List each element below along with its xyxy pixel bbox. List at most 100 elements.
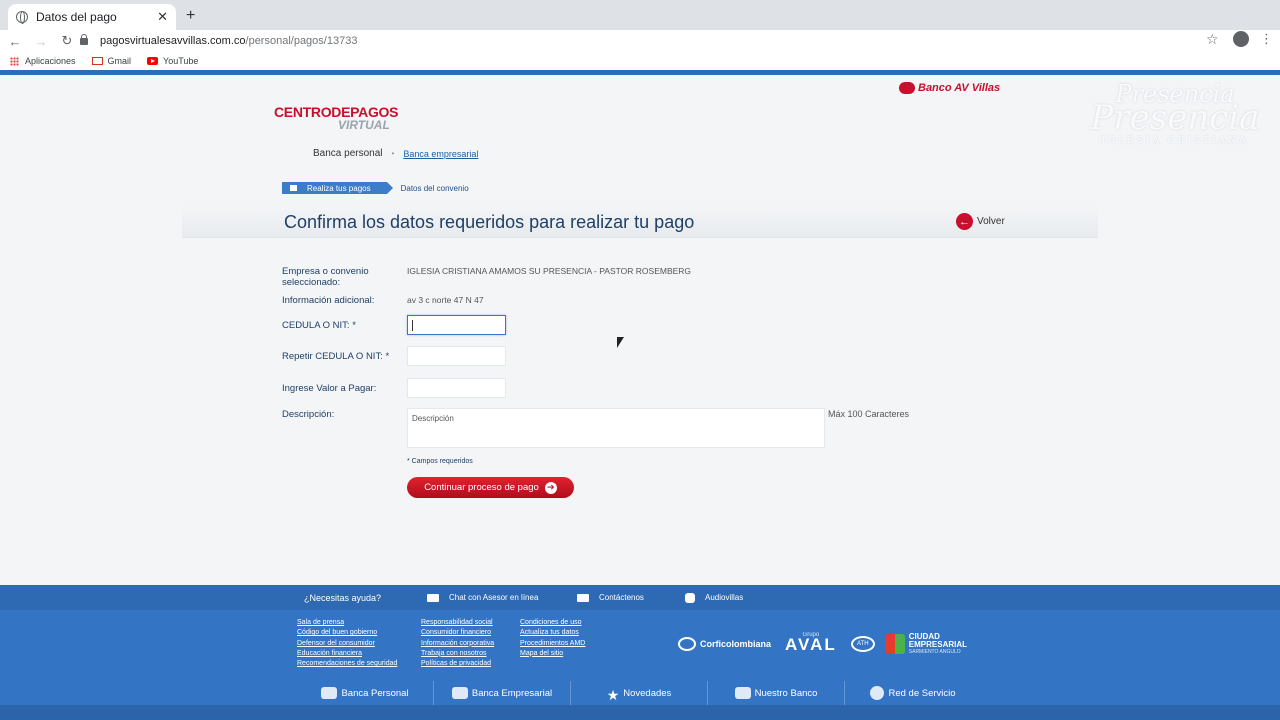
breadcrumb-home[interactable]: Realiza tus pagos (282, 182, 393, 194)
video-watermark: Presencia Presencia IGLESIA CRISTIANA (1085, 80, 1265, 146)
new-tab-icon[interactable]: + (186, 7, 195, 25)
people-icon (734, 687, 751, 699)
av-villas-logo-icon (899, 82, 915, 94)
back-button[interactable]: ← Volver (956, 213, 1005, 230)
ciudad-sub-text: SARMIENTO ANGULO (908, 648, 961, 655)
help-title: ¿Necesitas ayuda? (304, 592, 382, 603)
back-icon[interactable]: ← (4, 34, 26, 49)
banca-personal-link[interactable]: Banca personal (313, 148, 383, 159)
grupo-text: Grupo (802, 632, 820, 638)
cedula-input[interactable] (407, 315, 506, 335)
ath-logo[interactable]: ATH (850, 635, 875, 652)
max-chars-note: Máx 100 Caracteres (828, 409, 910, 419)
banco-av-villas-logo[interactable]: Banco AV Villas (899, 82, 1000, 94)
bookmark-star-icon[interactable]: ☆ (1206, 31, 1219, 48)
group-logos: Corficolombiana Grupo AVAL ATH CIUDAD EMPR… (678, 632, 967, 655)
footer-nav-label: Red de Servicio (888, 687, 956, 699)
audio-link[interactable]: Audiovillas (685, 592, 743, 603)
mouse-pointer-icon (617, 337, 624, 348)
footer-link[interactable]: Recomendaciones de seguridad (297, 659, 397, 669)
footer-link[interactable]: Actualiza tus datos (520, 628, 585, 638)
footer-links-col3: Condiciones de uso Actualiza tus datos P… (520, 618, 585, 659)
footer-nav-label: Nuestro Banco (754, 687, 818, 699)
footer-link[interactable]: Código del buen gobierno (297, 628, 397, 638)
company-label: Empresa o convenio seleccionado: (282, 266, 369, 288)
ciudad-empresarial-logo[interactable]: CIUDAD EMPRESARIAL SARMIENTO ANGULO (884, 632, 967, 655)
home-icon (290, 185, 297, 191)
lock-icon (80, 33, 88, 45)
globe-icon (16, 11, 28, 24)
footer-nav-label: Banca Personal (341, 687, 409, 699)
footer-nav-banca-empresarial[interactable]: Banca Empresarial (433, 681, 570, 705)
footer-nav-novedades[interactable]: ★ Novedades (570, 681, 707, 705)
footer-nav-red-servicio[interactable]: Red de Servicio (844, 681, 981, 705)
youtube-icon (147, 57, 159, 65)
footer-links-col2: Responsabilidad social Consumidor financ… (421, 618, 494, 669)
contact-link[interactable]: Contáctenos (577, 593, 644, 602)
banca-switcher: Banca personal • Banca empresarial (313, 148, 478, 159)
footer-link[interactable]: Procedimientos AMD (520, 639, 585, 649)
page-title: Confirma los datos requeridos para reali… (284, 212, 695, 232)
footer-nav-banca-personal[interactable]: Banca Personal (297, 681, 433, 705)
mail-icon (577, 593, 589, 602)
continue-button[interactable]: Continuar proceso de pago ➔ (407, 477, 574, 498)
reload-icon[interactable]: ↻ (56, 33, 78, 49)
browser-tab[interactable]: Datos del pago ✕ (8, 4, 176, 30)
info-label: Información adicional: (282, 295, 375, 306)
footer-link[interactable]: Sala de prensa (297, 618, 397, 628)
bookmark-apps[interactable]: Aplicaciones (10, 56, 76, 66)
apps-grid-icon (10, 56, 19, 66)
footer-nav-nuestro-banco[interactable]: Nuestro Banco (707, 681, 844, 705)
chat-icon (427, 593, 439, 602)
ciudad-empresarial-icon (884, 633, 905, 654)
footer-nav: Banca Personal Banca Empresarial ★ Noveda… (297, 681, 981, 705)
bookmark-label: Aplicaciones (25, 56, 76, 66)
bookmark-gmail[interactable]: Gmail (91, 56, 132, 66)
footer-bottom-strip (0, 705, 1280, 720)
arrow-right-icon: ➔ (544, 481, 557, 494)
compass-icon (870, 686, 885, 700)
watermark-line: IGLESIA CRISTIANA (1101, 136, 1249, 146)
forward-icon[interactable]: → (30, 34, 52, 49)
description-textarea[interactable]: Descripción (407, 408, 825, 448)
cedula-repeat-input[interactable] (407, 346, 506, 366)
browser-menu-icon[interactable]: ⋮ (1260, 31, 1273, 47)
address-bar[interactable]: pagosvirtualesavvillas.com.co/personal/p… (80, 30, 1190, 52)
bookmark-youtube[interactable]: YouTube (147, 56, 198, 66)
help-bar: ¿Necesitas ayuda? Chat con Asesor en lín… (0, 585, 1280, 610)
chat-link[interactable]: Chat con Asesor en línea (427, 593, 538, 602)
corficolombiana-icon (678, 636, 696, 651)
back-label: Volver (977, 216, 1005, 227)
piggy-bank-icon (321, 687, 338, 699)
footer-link[interactable]: Trabaja con nosotros (421, 649, 494, 659)
footer-link[interactable]: Educación financiera (297, 649, 397, 659)
phone-icon (685, 592, 695, 603)
chat-label: Chat con Asesor en línea (449, 593, 539, 602)
separator: • (391, 149, 395, 158)
footer-link[interactable]: Condiciones de uso (520, 618, 585, 628)
close-tab-icon[interactable]: ✕ (157, 9, 168, 25)
continue-label: Continuar proceso de pago (424, 482, 539, 493)
breadcrumb: Realiza tus pagos Datos del convenio (282, 182, 469, 194)
footer-nav-label: Banca Empresarial (471, 687, 553, 699)
aval-text: AVAL (785, 635, 837, 654)
bookmark-label: Gmail (107, 56, 132, 66)
breadcrumb-current: Datos del convenio (400, 183, 469, 193)
footer-link[interactable]: Responsabilidad social (421, 618, 494, 628)
grupo-aval-logo[interactable]: Grupo AVAL (785, 632, 837, 655)
corficolombiana-logo[interactable]: Corficolombiana (678, 636, 771, 651)
arrow-left-icon: ← (956, 213, 973, 230)
footer-link[interactable]: Consumidor financiero (421, 628, 494, 638)
required-note: * Campos requeridos (407, 458, 473, 465)
footer-link[interactable]: Mapa del sitio (520, 649, 585, 659)
briefcase-icon (451, 687, 468, 699)
footer-link[interactable]: Defensor del consumidor (297, 639, 397, 649)
footer-link[interactable]: Políticas de privacidad (421, 659, 494, 669)
tab-title: Datos del pago (36, 10, 117, 24)
amount-input[interactable] (407, 378, 506, 398)
footer-link[interactable]: Información corporativa (421, 639, 494, 649)
centro-de-pagos-logo[interactable]: CENTRODEPAGOS VIRTUAL (274, 104, 398, 132)
profile-avatar-icon[interactable] (1233, 31, 1249, 47)
url-domain: pagosvirtualesavvillas.com.co (100, 35, 246, 47)
banca-empresarial-link[interactable]: Banca empresarial (403, 149, 478, 159)
